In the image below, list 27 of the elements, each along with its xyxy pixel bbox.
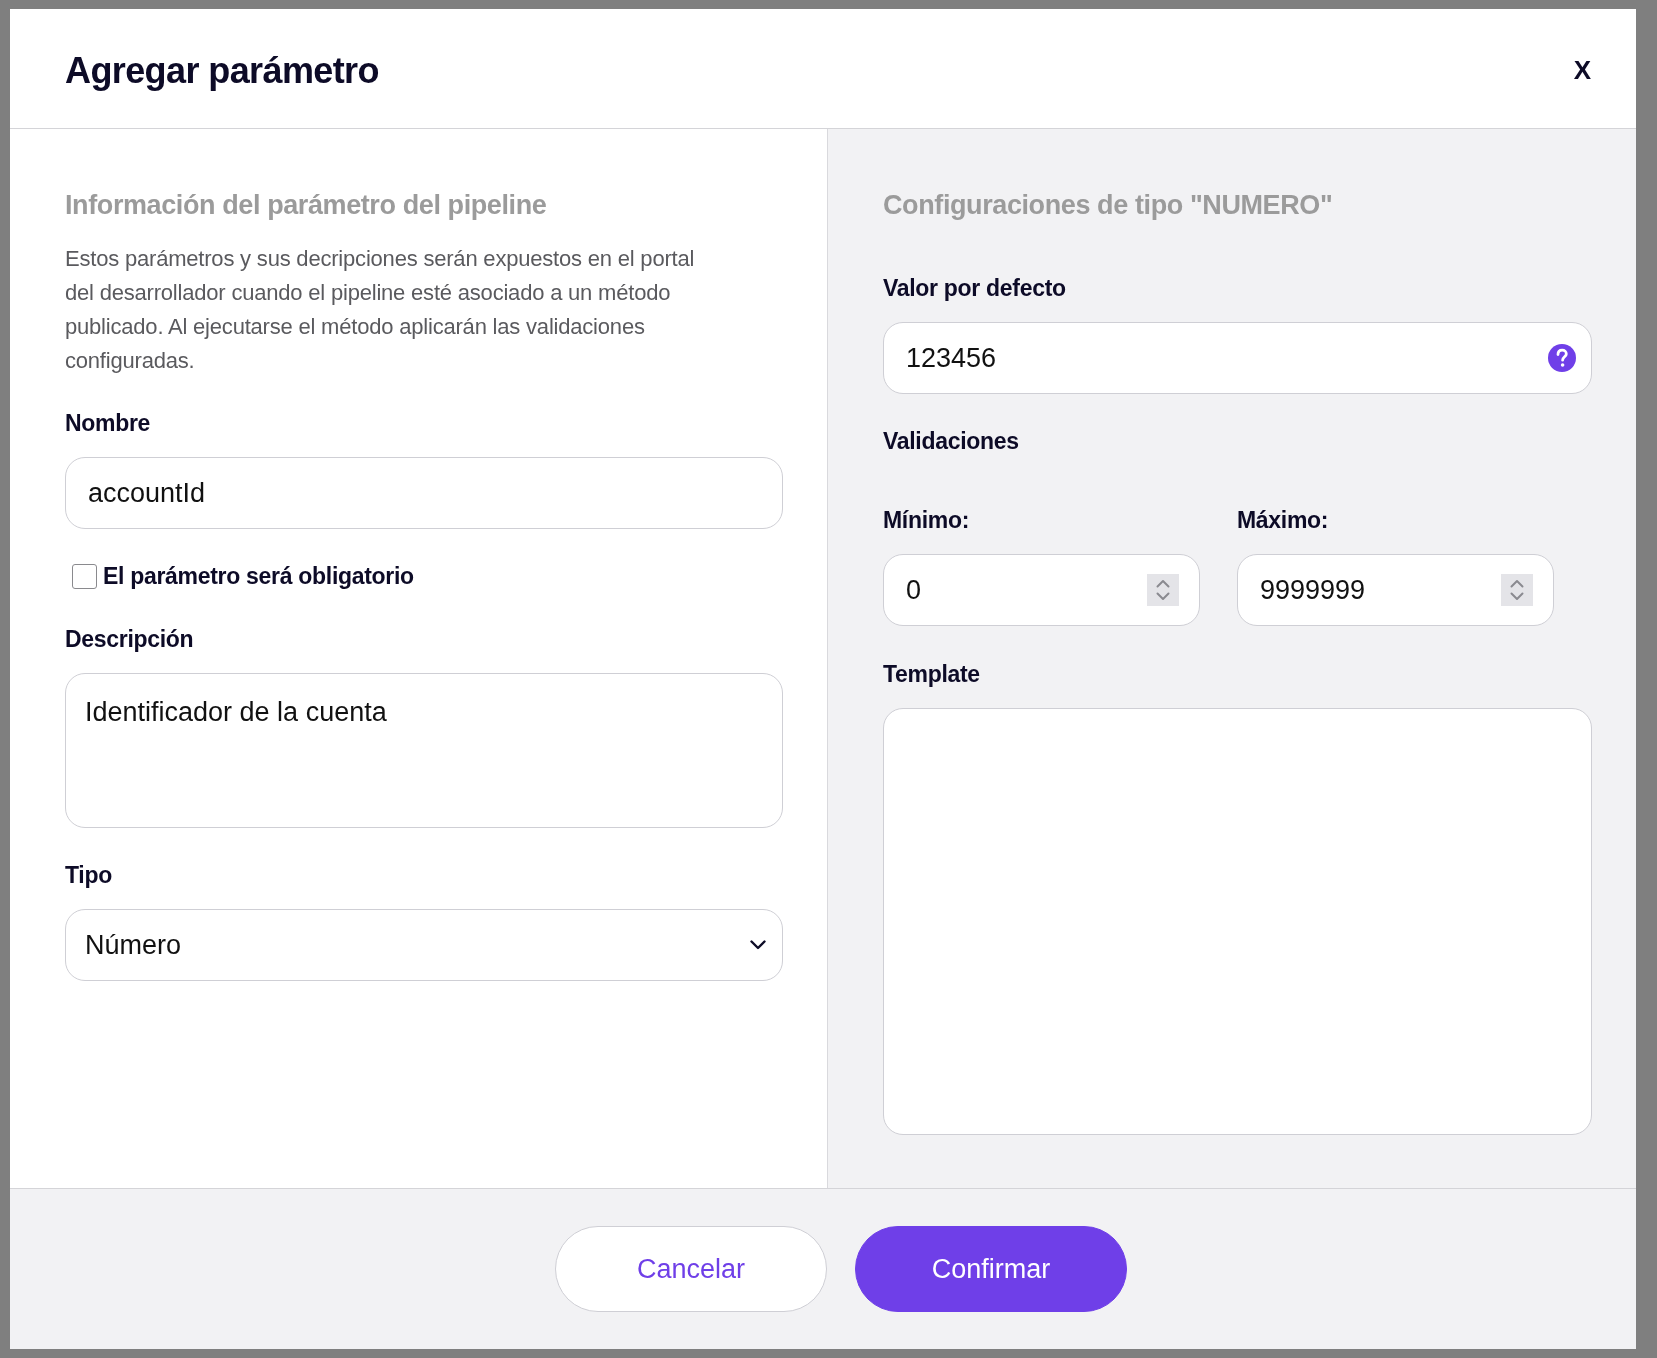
close-button[interactable]: X <box>1567 53 1597 88</box>
field-label: Descripción <box>65 625 195 653</box>
checkbox[interactable] <box>72 563 97 589</box>
stepper-arrows-icon[interactable] <box>1501 574 1533 606</box>
field-label: Máximo: <box>1237 506 1330 534</box>
field-label: Valor por defecto <box>883 274 1067 302</box>
number-input[interactable]: 0 <box>883 554 1200 626</box>
help-icon[interactable] <box>1548 344 1576 372</box>
default-value-input[interactable]: 123456 <box>883 322 1592 394</box>
field-label: Tipo <box>65 861 113 889</box>
chevron-down-icon <box>750 940 766 950</box>
field-label: Nombre <box>65 409 152 437</box>
confirm-button[interactable]: Confirmar <box>855 1226 1127 1312</box>
validations-heading: Validaciones <box>883 427 1020 455</box>
cancel-button[interactable]: Cancelar <box>555 1226 827 1312</box>
type-select[interactable]: Número <box>65 909 783 981</box>
field-label: Template <box>883 660 981 688</box>
field-label: Mínimo: <box>883 506 971 534</box>
section-heading: Información del parámetro del pipeline <box>65 189 548 221</box>
number-input[interactable]: 9999999 <box>1237 554 1554 626</box>
name-input[interactable]: accountId <box>65 457 783 529</box>
description-textarea[interactable]: Identificador de la cuenta <box>65 673 783 828</box>
stepper-arrows-icon[interactable] <box>1147 574 1179 606</box>
intro-paragraph: Estos parámetros y sus decripciones serán expuestos en el portal del desarrollador cuando el pipeline esté asociado a un método publicado. Al ejecutarse el método aplicarán las validaciones configuradas. <box>65 245 696 375</box>
checkbox-label: El parámetro será obligatorio <box>103 562 414 590</box>
section-heading: Configuraciones de tipo "NUMERO" <box>883 189 1334 221</box>
dialog-title: Agregar parámetro <box>65 49 379 92</box>
